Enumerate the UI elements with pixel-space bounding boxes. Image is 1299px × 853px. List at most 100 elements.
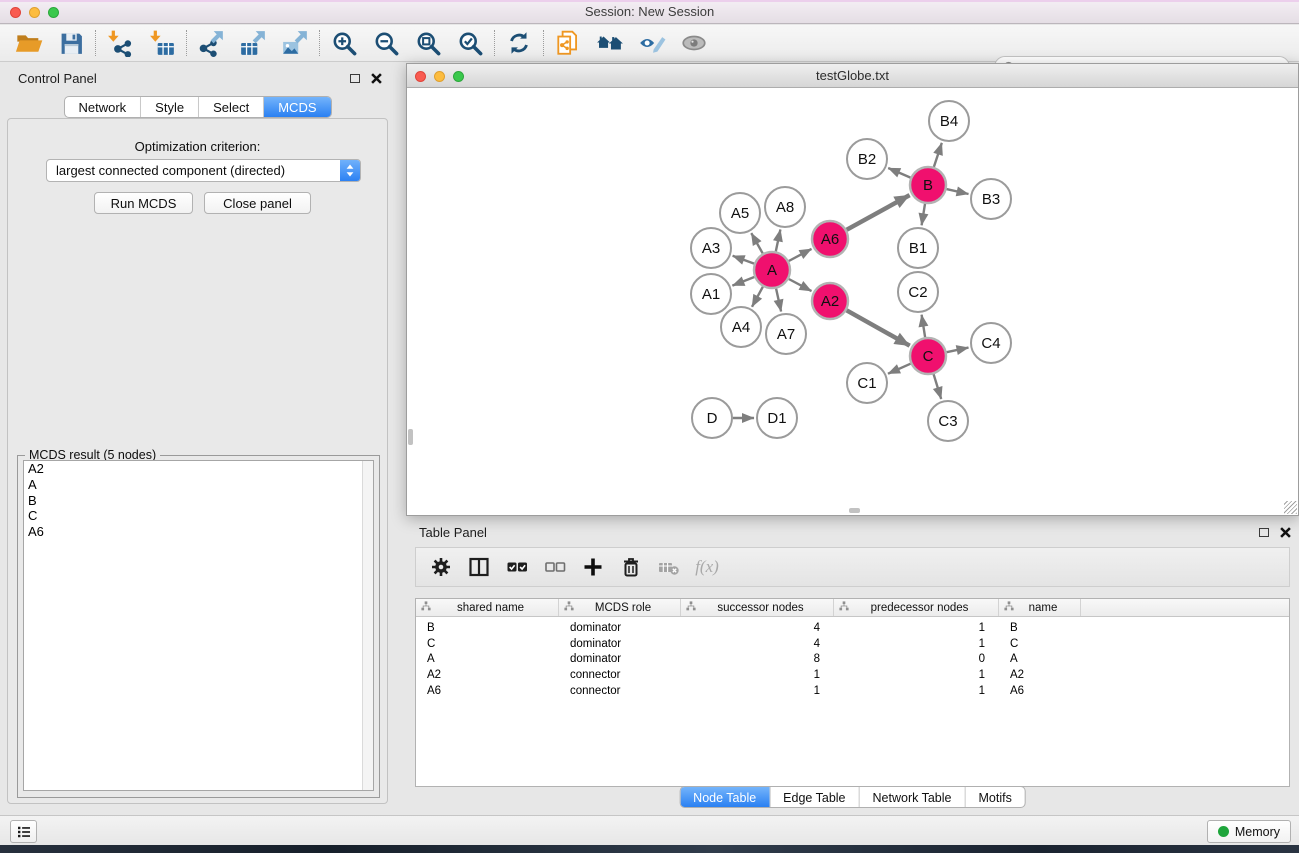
minimize-window-button[interactable] bbox=[29, 7, 40, 18]
node-A6[interactable]: A6 bbox=[812, 221, 848, 257]
close-table-panel-icon[interactable] bbox=[1280, 527, 1291, 538]
edge-C-C1[interactable] bbox=[888, 364, 911, 374]
mcds-result-item[interactable]: A6 bbox=[24, 524, 373, 540]
edge-B-B3[interactable] bbox=[947, 189, 969, 194]
edge-A-A6[interactable] bbox=[789, 249, 812, 261]
table-cell[interactable]: A6 bbox=[416, 685, 559, 697]
node-B4[interactable]: B4 bbox=[929, 101, 969, 141]
split-view-icon[interactable] bbox=[464, 552, 494, 582]
table-row[interactable]: Adominator80A bbox=[416, 651, 1289, 667]
show-hide-style-icon[interactable] bbox=[631, 27, 673, 60]
edge-C-C3[interactable] bbox=[934, 374, 942, 399]
table-cell[interactable]: A2 bbox=[416, 669, 559, 681]
table-cell[interactable]: 8 bbox=[681, 653, 834, 665]
table-cell[interactable]: connector bbox=[559, 669, 681, 681]
table-cell[interactable]: 1 bbox=[834, 685, 999, 697]
show-panels-list-button[interactable] bbox=[10, 820, 37, 843]
float-panel-icon[interactable] bbox=[350, 74, 360, 83]
run-mcds-button[interactable]: Run MCDS bbox=[94, 192, 193, 214]
mcds-result-list[interactable]: A2ABCA6 bbox=[23, 460, 374, 791]
edge-C-C2[interactable] bbox=[922, 315, 926, 338]
node-B2[interactable]: B2 bbox=[847, 139, 887, 179]
node-B[interactable]: B bbox=[910, 167, 946, 203]
node-A1[interactable]: A1 bbox=[691, 274, 731, 314]
net-zoom-button[interactable] bbox=[453, 71, 464, 82]
node-A3[interactable]: A3 bbox=[691, 228, 731, 268]
show-graphics-details-icon[interactable] bbox=[673, 27, 715, 60]
column-header-name[interactable]: name bbox=[999, 599, 1081, 616]
tab-node-table[interactable]: Node Table bbox=[680, 787, 769, 807]
column-header-successor-nodes[interactable]: successor nodes bbox=[681, 599, 834, 616]
result-list-scrollbar[interactable] bbox=[362, 461, 373, 790]
node-A8[interactable]: A8 bbox=[765, 187, 805, 227]
table-cell[interactable]: connector bbox=[559, 685, 681, 697]
node-C1[interactable]: C1 bbox=[847, 363, 887, 403]
dropdown-stepper-icon[interactable] bbox=[340, 160, 360, 181]
column-header-shared-name[interactable]: shared name bbox=[416, 599, 559, 616]
table-cell[interactable]: dominator bbox=[559, 622, 681, 634]
zoom-fit-icon[interactable] bbox=[407, 27, 449, 60]
table-cell[interactable]: 1 bbox=[834, 669, 999, 681]
tab-network-table[interactable]: Network Table bbox=[859, 787, 965, 807]
close-panel-icon[interactable] bbox=[371, 73, 382, 84]
node-A7[interactable]: A7 bbox=[766, 314, 806, 354]
edge-A-A3[interactable] bbox=[733, 256, 755, 264]
edge-A-A1[interactable] bbox=[732, 277, 754, 286]
zoom-out-icon[interactable] bbox=[365, 27, 407, 60]
save-session-icon[interactable] bbox=[50, 27, 92, 60]
column-header-MCDS-role[interactable]: MCDS role bbox=[559, 599, 681, 616]
table-row[interactable]: A6connector11A6 bbox=[416, 683, 1289, 699]
node-A[interactable]: A bbox=[754, 252, 790, 288]
column-header-predecessor-nodes[interactable]: predecessor nodes bbox=[834, 599, 999, 616]
export-table-icon[interactable] bbox=[232, 27, 274, 60]
table-settings-icon[interactable] bbox=[426, 552, 456, 582]
table-cell[interactable]: B bbox=[416, 622, 559, 634]
horizontal-scrollbar-thumb[interactable] bbox=[849, 508, 860, 513]
table-cell[interactable]: 1 bbox=[834, 622, 999, 634]
table-cell[interactable]: 1 bbox=[681, 669, 834, 681]
edge-A2-C[interactable] bbox=[847, 310, 910, 345]
import-table-icon[interactable] bbox=[141, 27, 183, 60]
net-close-button[interactable] bbox=[415, 71, 426, 82]
node-D1[interactable]: D1 bbox=[757, 398, 797, 438]
tab-motifs[interactable]: Motifs bbox=[964, 787, 1024, 807]
criterion-dropdown[interactable]: largest connected component (directed) bbox=[46, 159, 361, 182]
node-C[interactable]: C bbox=[910, 338, 946, 374]
function-builder-icon[interactable]: f(x) bbox=[692, 552, 722, 582]
home-layout-icon[interactable] bbox=[589, 27, 631, 60]
add-icon[interactable] bbox=[578, 552, 608, 582]
table-cell[interactable]: 0 bbox=[834, 653, 999, 665]
edge-A6-B[interactable] bbox=[847, 195, 910, 230]
table-row[interactable]: Cdominator41C bbox=[416, 636, 1289, 652]
edge-B-B4[interactable] bbox=[934, 143, 942, 167]
table-cell[interactable]: 1 bbox=[834, 638, 999, 650]
memory-button[interactable]: Memory bbox=[1207, 820, 1291, 843]
float-table-panel-icon[interactable] bbox=[1259, 528, 1269, 537]
edge-B-B2[interactable] bbox=[888, 168, 910, 178]
refresh-icon[interactable] bbox=[498, 27, 540, 60]
table-cell[interactable]: 4 bbox=[681, 638, 834, 650]
table-row[interactable]: A2connector11A2 bbox=[416, 667, 1289, 683]
tab-style[interactable]: Style bbox=[140, 97, 198, 117]
select-all-icon[interactable] bbox=[502, 552, 532, 582]
network-window-titlebar[interactable]: testGlobe.txt bbox=[407, 64, 1298, 88]
table-cell[interactable]: C bbox=[416, 638, 559, 650]
tab-mcds[interactable]: MCDS bbox=[263, 97, 330, 117]
table-cell[interactable]: 4 bbox=[681, 622, 834, 634]
table-cell[interactable]: A bbox=[999, 653, 1081, 665]
table-cell[interactable]: dominator bbox=[559, 638, 681, 650]
edge-A-A2[interactable] bbox=[789, 279, 812, 291]
table-cell[interactable]: A2 bbox=[999, 669, 1081, 681]
table-cell[interactable]: C bbox=[999, 638, 1081, 650]
mcds-result-item[interactable]: B bbox=[24, 493, 373, 509]
tab-select[interactable]: Select bbox=[198, 97, 263, 117]
node-A2[interactable]: A2 bbox=[812, 283, 848, 319]
tab-network[interactable]: Network bbox=[64, 97, 140, 117]
network-canvas[interactable]: B4 B2 B B3 A8 A5 A6 B1 A3 A C2 A1 A2 bbox=[407, 89, 1298, 515]
table-cell[interactable]: A bbox=[416, 653, 559, 665]
export-network-icon[interactable] bbox=[190, 27, 232, 60]
resize-grip[interactable] bbox=[1284, 501, 1297, 514]
zoom-window-button[interactable] bbox=[48, 7, 59, 18]
node-C2[interactable]: C2 bbox=[898, 272, 938, 312]
export-image-icon[interactable] bbox=[274, 27, 316, 60]
